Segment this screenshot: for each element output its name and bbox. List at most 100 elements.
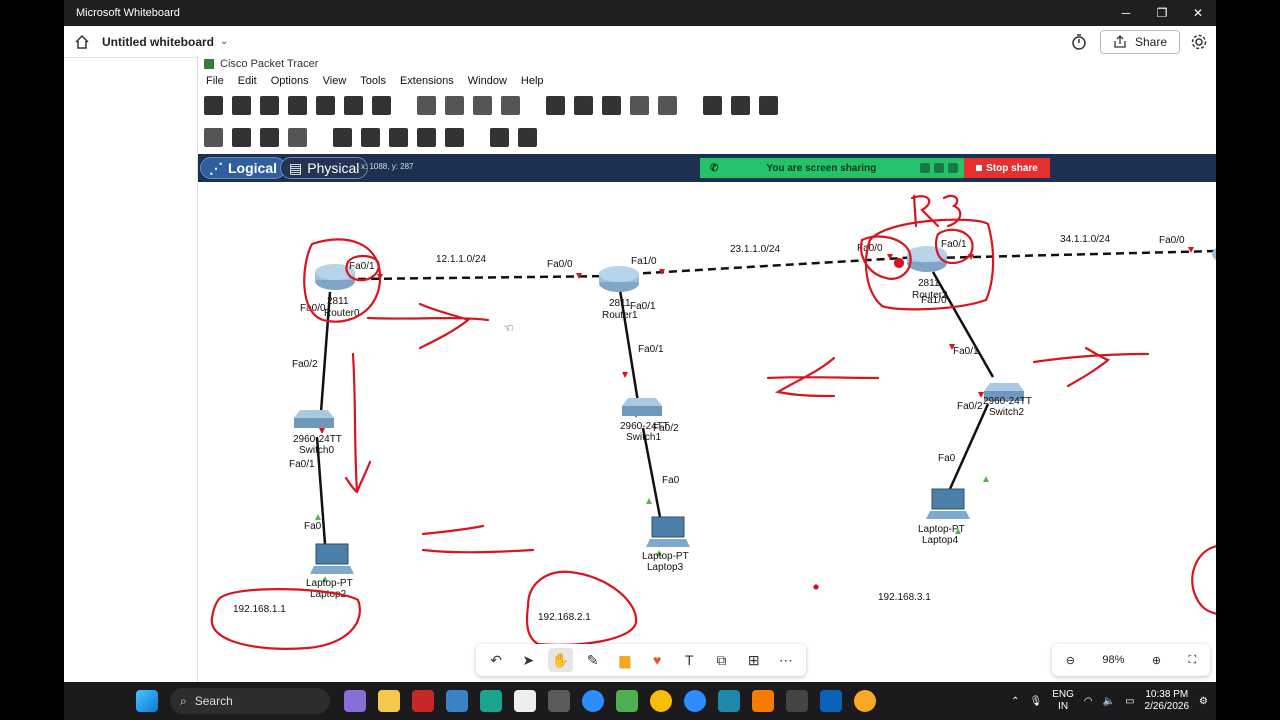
whiteboard-app-icon[interactable] xyxy=(718,690,740,712)
router3-partial[interactable] xyxy=(1212,246,1216,262)
zoom-meeting-icon[interactable] xyxy=(684,690,706,712)
solitaire-icon[interactable] xyxy=(514,690,536,712)
cloud-icon[interactable] xyxy=(759,96,778,115)
save-icon[interactable] xyxy=(260,96,279,115)
inspect-icon[interactable] xyxy=(232,128,251,147)
calculator-icon[interactable] xyxy=(820,690,842,712)
delete-icon[interactable] xyxy=(260,128,279,147)
menu-view[interactable]: View xyxy=(323,75,347,87)
line-icon[interactable] xyxy=(361,128,380,147)
device-template-icon[interactable] xyxy=(731,96,750,115)
chrome-icon[interactable] xyxy=(650,690,672,712)
switch2[interactable]: 2960-24TT Switch2 xyxy=(983,383,1032,418)
print-icon[interactable] xyxy=(288,96,307,115)
microphone-icon[interactable]: 🎙 xyxy=(1030,696,1043,707)
close-button[interactable]: ✕ xyxy=(1180,6,1216,20)
freeform-icon[interactable] xyxy=(445,128,464,147)
snipping-tool-icon[interactable] xyxy=(548,690,570,712)
redo-icon[interactable] xyxy=(501,96,520,115)
mcafee-icon[interactable] xyxy=(412,690,434,712)
simple-pdu-icon[interactable] xyxy=(490,128,509,147)
new-file-icon[interactable] xyxy=(204,96,223,115)
hand-pan-icon[interactable]: ✋ xyxy=(548,648,573,672)
file-explorer-icon[interactable] xyxy=(378,690,400,712)
notification-bell-icon[interactable]: ⚙ xyxy=(1199,696,1208,707)
windows-start-icon[interactable] xyxy=(136,690,158,712)
network-icon[interactable] xyxy=(372,96,391,115)
text-icon[interactable]: T xyxy=(677,648,701,672)
chevron-up-icon[interactable]: ⌃ xyxy=(1011,696,1019,707)
templates-icon[interactable]: ⊞ xyxy=(742,648,766,672)
packet-tracer-image[interactable]: Cisco Packet Tracer File Edit Options Vi… xyxy=(197,56,1216,682)
open-folder-icon[interactable] xyxy=(232,96,251,115)
shapes-icon[interactable]: ⧉ xyxy=(709,648,733,672)
copilot-icon[interactable] xyxy=(344,690,366,712)
zoom-out-icon[interactable]: ⊖ xyxy=(1066,654,1075,667)
store-icon[interactable] xyxy=(446,690,468,712)
shield-icon[interactable] xyxy=(934,163,944,173)
minimize-button[interactable]: ─ xyxy=(1108,6,1144,20)
timer-icon[interactable] xyxy=(1070,33,1088,51)
stop-share-button[interactable]: Stop share xyxy=(964,158,1050,178)
select-icon[interactable] xyxy=(204,128,223,147)
sticky-note-icon[interactable]: ▆ xyxy=(613,648,637,672)
rectangle-draw-icon[interactable] xyxy=(389,128,408,147)
menu-tools[interactable]: Tools xyxy=(360,75,386,87)
topology-canvas[interactable]: 12.1.1.0/24 23.1.1.0/24 34.1.1.0/24 2811… xyxy=(198,182,1216,682)
menu-extensions[interactable]: Extensions xyxy=(400,75,454,87)
zoom-in-icon[interactable]: ⊕ xyxy=(1152,654,1161,667)
volume-icon[interactable]: 🔈 xyxy=(1103,696,1115,707)
pause-icon[interactable] xyxy=(920,163,930,173)
router1[interactable]: 2811 Router1 xyxy=(599,266,639,321)
ellipse-icon[interactable] xyxy=(417,128,436,147)
whiteboard-title[interactable]: Untitled whiteboard xyxy=(102,35,214,49)
share-button[interactable]: Share xyxy=(1099,29,1180,54)
menu-edit[interactable]: Edit xyxy=(238,75,257,87)
menu-window[interactable]: Window xyxy=(468,75,507,87)
vpn-icon[interactable] xyxy=(854,690,876,712)
switch0[interactable]: 2960-24TT Switch0 xyxy=(293,410,342,456)
laptop4[interactable]: Laptop-PT Laptop4 xyxy=(918,488,970,546)
fit-to-screen-icon[interactable]: ⛶ xyxy=(1189,654,1197,667)
home-icon[interactable] xyxy=(74,34,90,50)
paste-icon[interactable] xyxy=(445,96,464,115)
clock[interactable]: 10:38 PM 2/26/2026 xyxy=(1145,689,1190,713)
menu-file[interactable]: File xyxy=(206,75,224,87)
rectangle-icon[interactable] xyxy=(630,96,649,115)
reaction-heart-icon[interactable]: ♥ xyxy=(645,648,669,672)
taskbar-search[interactable]: ⌕ Search xyxy=(170,688,330,714)
dollar-icon[interactable] xyxy=(948,163,958,173)
battery-icon[interactable]: ▭ xyxy=(1125,696,1134,707)
complex-pdu-icon[interactable] xyxy=(518,128,537,147)
menu-help[interactable]: Help xyxy=(521,75,544,87)
select-arrow-icon[interactable]: ➤ xyxy=(516,648,540,672)
vlc-icon[interactable] xyxy=(752,690,774,712)
more-icon[interactable]: ⋯ xyxy=(774,648,798,672)
wifi-icon[interactable]: ◠ xyxy=(1084,696,1093,707)
info-icon[interactable] xyxy=(316,96,335,115)
undo-icon[interactable] xyxy=(473,96,492,115)
physical-mode-button[interactable]: ▤ Physical xyxy=(280,157,369,179)
pen-icon[interactable]: ✎ xyxy=(581,648,605,672)
wizard-icon[interactable] xyxy=(344,96,363,115)
zoom-out-icon[interactable] xyxy=(602,96,621,115)
logical-mode-button[interactable]: ⋰ Logical xyxy=(200,157,287,179)
chevron-down-icon[interactable]: ⌄ xyxy=(220,36,228,47)
note-icon[interactable] xyxy=(333,128,352,147)
copy-icon[interactable] xyxy=(417,96,436,115)
gear-icon[interactable] xyxy=(1190,33,1208,51)
packet-tracer-app-icon[interactable] xyxy=(616,690,638,712)
palette-icon[interactable] xyxy=(658,96,677,115)
xbox-icon[interactable] xyxy=(786,690,808,712)
switch1[interactable]: 2960-24TT Switch1 xyxy=(620,398,669,443)
language-indicator[interactable]: ENG IN xyxy=(1052,689,1074,713)
resize-icon[interactable] xyxy=(288,128,307,147)
maximize-button[interactable]: ❐ xyxy=(1144,6,1180,20)
menu-options[interactable]: Options xyxy=(271,75,309,87)
zoom-reset-icon[interactable] xyxy=(574,96,593,115)
zoom-app-icon[interactable] xyxy=(582,690,604,712)
router2[interactable]: 2811 Router2 xyxy=(907,246,948,301)
undo-icon[interactable]: ↶ xyxy=(484,648,508,672)
zoom-in-icon[interactable] xyxy=(546,96,565,115)
laptop3[interactable]: Laptop-PT Laptop3 xyxy=(642,516,690,573)
